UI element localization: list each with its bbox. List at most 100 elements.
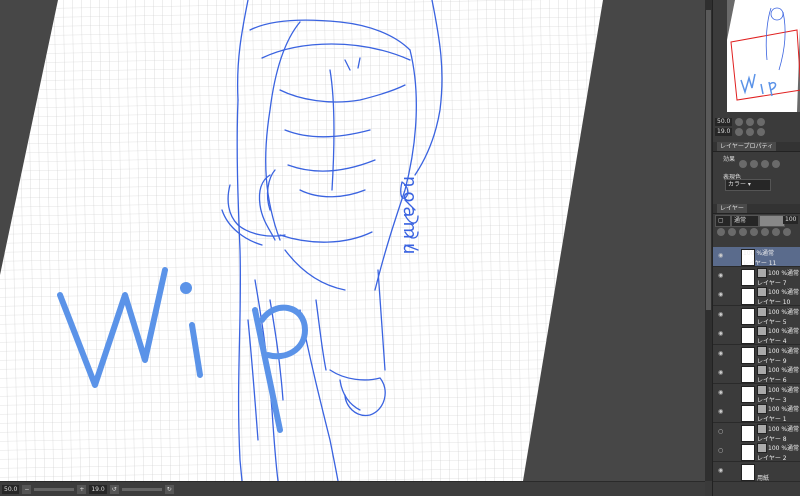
layer-row[interactable]: ○ 100 %通常 レイヤー 8 [713, 422, 800, 443]
zoom-in-button[interactable]: + [77, 484, 87, 494]
navigator-controls: 50.0 19.0 [713, 115, 800, 139]
tab-layer-property[interactable]: レイヤープロパティ [717, 142, 777, 151]
layer-row[interactable]: ◉ 用紙 [713, 461, 800, 482]
layer-blend: 100 %通常 [768, 308, 800, 316]
lock-icon[interactable] [739, 228, 747, 236]
layer-row[interactable]: ◉ 100 %通常 レイヤー 10 [713, 286, 800, 306]
flip-icon[interactable] [757, 128, 766, 136]
raster-layer-icon [757, 326, 767, 336]
zoom-in-icon[interactable] [746, 118, 755, 126]
scrollbar-thumb[interactable] [706, 10, 711, 310]
layer-blend: 100 %通常 [768, 386, 800, 394]
mask-icon[interactable] [750, 228, 758, 236]
zoom-out-icon[interactable] [735, 118, 744, 126]
eye-hidden-icon[interactable]: ○ [718, 448, 724, 454]
nav-angle-field[interactable]: 19.0 [715, 128, 733, 136]
layer-toolbar [717, 228, 791, 236]
fit-icon[interactable] [757, 118, 766, 126]
layer-color-dropdown[interactable]: ▢ [715, 215, 731, 227]
navigator-preview[interactable] [727, 0, 800, 112]
layer-row[interactable]: ◉ 100 %通常 レイヤー 1 [713, 403, 800, 423]
layer-thumbnail [741, 385, 755, 403]
eye-hidden-icon[interactable]: ○ [718, 428, 724, 435]
layer-blend: 100 %通常 [768, 425, 800, 433]
layer-thumbnail [741, 405, 755, 422]
layer-row[interactable]: ◉ 100 %通常 レイヤー 4 [713, 325, 800, 345]
raster-layer-icon [757, 384, 767, 395]
layer-row[interactable]: ○ 100 %通常 レイヤー 2 [713, 442, 800, 462]
eye-icon[interactable]: ◉ [718, 370, 724, 376]
zoom-slider[interactable] [34, 487, 75, 491]
raster-layer-icon [757, 365, 767, 375]
raster-layer-icon [757, 267, 767, 278]
effect-more-icon[interactable] [772, 160, 780, 168]
nav-zoom-field[interactable]: 50.0 [715, 118, 733, 126]
layer-row[interactable]: ◉ 100 %通常 レイヤー 5 [713, 305, 800, 326]
layer-row[interactable]: ◉ 100 %通常 レイヤー 6 [713, 364, 800, 384]
effect-color-icon[interactable] [761, 160, 769, 168]
layer-blend: 100 %通常 [743, 250, 775, 257]
layer-thumbnail [741, 463, 755, 481]
rotate-right-button[interactable]: ↻ [164, 484, 174, 494]
layer-thumbnail [741, 424, 755, 442]
eye-icon[interactable]: ◉ [718, 272, 724, 279]
zoom-out-button[interactable]: − [22, 484, 32, 494]
color-mode-select[interactable]: カラー ▾ [725, 179, 771, 191]
eye-icon[interactable]: ◉ [718, 467, 724, 474]
rotate-slider[interactable] [121, 487, 162, 491]
layer-row[interactable]: ◉ 100 %通常 レイヤー 9 [713, 344, 800, 365]
zoom-field[interactable]: 50.0 [2, 484, 20, 494]
layer-row[interactable]: ◉ 100 %通常 レイヤー 3 [713, 383, 800, 404]
rotate-right-icon[interactable] [746, 128, 755, 136]
raster-layer-icon [757, 404, 767, 414]
layer-row[interactable]: ◉ 100 %通常 レイヤー 11 [713, 247, 800, 267]
layer-name: 用紙 [757, 474, 770, 482]
layer-blend: 100 %通常 [768, 347, 800, 355]
layer-thumbnail [741, 288, 755, 305]
rotate-left-button[interactable]: ↺ [109, 484, 119, 494]
delete-layer-icon[interactable] [783, 228, 791, 236]
layer-property-tabbar: レイヤープロパティ [713, 142, 800, 152]
eye-icon[interactable]: ◉ [718, 292, 724, 298]
eye-icon[interactable]: ◉ [718, 331, 724, 337]
layer-tabbar: レイヤー [713, 204, 800, 214]
opacity-field[interactable]: 100 [783, 216, 799, 224]
right-panel: 50.0 19.0 レイヤープロパティ 効果 表現色 カラー ▾ レイヤー ▢ … [712, 0, 800, 496]
layer-list: ◉ 100 %通常 レイヤー 11 ◉ 100 %通常 レイヤー 7 ◉ 100 %通常 レイヤ… [713, 247, 800, 496]
raster-layer-icon [757, 423, 767, 434]
color-mode-value: カラー [728, 181, 747, 188]
eye-icon[interactable]: ◉ [718, 409, 724, 415]
angle-field[interactable]: 19.0 [89, 484, 107, 494]
new-layer-icon[interactable] [761, 228, 769, 236]
clip-icon[interactable] [717, 228, 725, 236]
eye-icon[interactable]: ◉ [718, 389, 724, 396]
blend-mode-select[interactable]: 通常 [731, 215, 759, 227]
layer-blend: 100 %通常 [768, 289, 800, 296]
layer-thumbnail [741, 444, 755, 461]
opacity-slider[interactable] [759, 215, 785, 227]
canvas-area[interactable]: noamu [0, 0, 705, 481]
eye-icon[interactable]: ◉ [718, 350, 724, 357]
layer-row[interactable]: ◉ 100 %通常 レイヤー 7 [713, 266, 800, 287]
layer-thumbnail [741, 307, 755, 325]
layer-blend: 100 %通常 [768, 328, 800, 335]
status-bar: 50.0 − + 19.0 ↺ ↻ [0, 481, 705, 496]
layer-blend: 100 %通常 [768, 269, 800, 277]
vertical-scrollbar[interactable] [705, 0, 712, 481]
raster-layer-icon [757, 306, 767, 317]
layer-thumbnail [741, 268, 755, 286]
drawing-canvas[interactable]: noamu [0, 0, 705, 481]
eye-icon[interactable]: ◉ [718, 311, 724, 318]
raster-layer-icon [757, 287, 767, 297]
reference-icon[interactable] [728, 228, 736, 236]
eye-icon[interactable]: ◉ [718, 253, 724, 259]
layer-thumbnail [741, 327, 755, 344]
layer-blend: 100 %通常 [768, 445, 800, 452]
rotate-left-icon[interactable] [735, 128, 744, 136]
raster-layer-icon [757, 345, 767, 356]
new-folder-icon[interactable] [772, 228, 780, 236]
effect-tone-icon[interactable] [750, 160, 758, 168]
layer-blend: 100 %通常 [768, 367, 800, 374]
tab-layer[interactable]: レイヤー [717, 204, 747, 213]
effect-border-icon[interactable] [739, 160, 747, 168]
